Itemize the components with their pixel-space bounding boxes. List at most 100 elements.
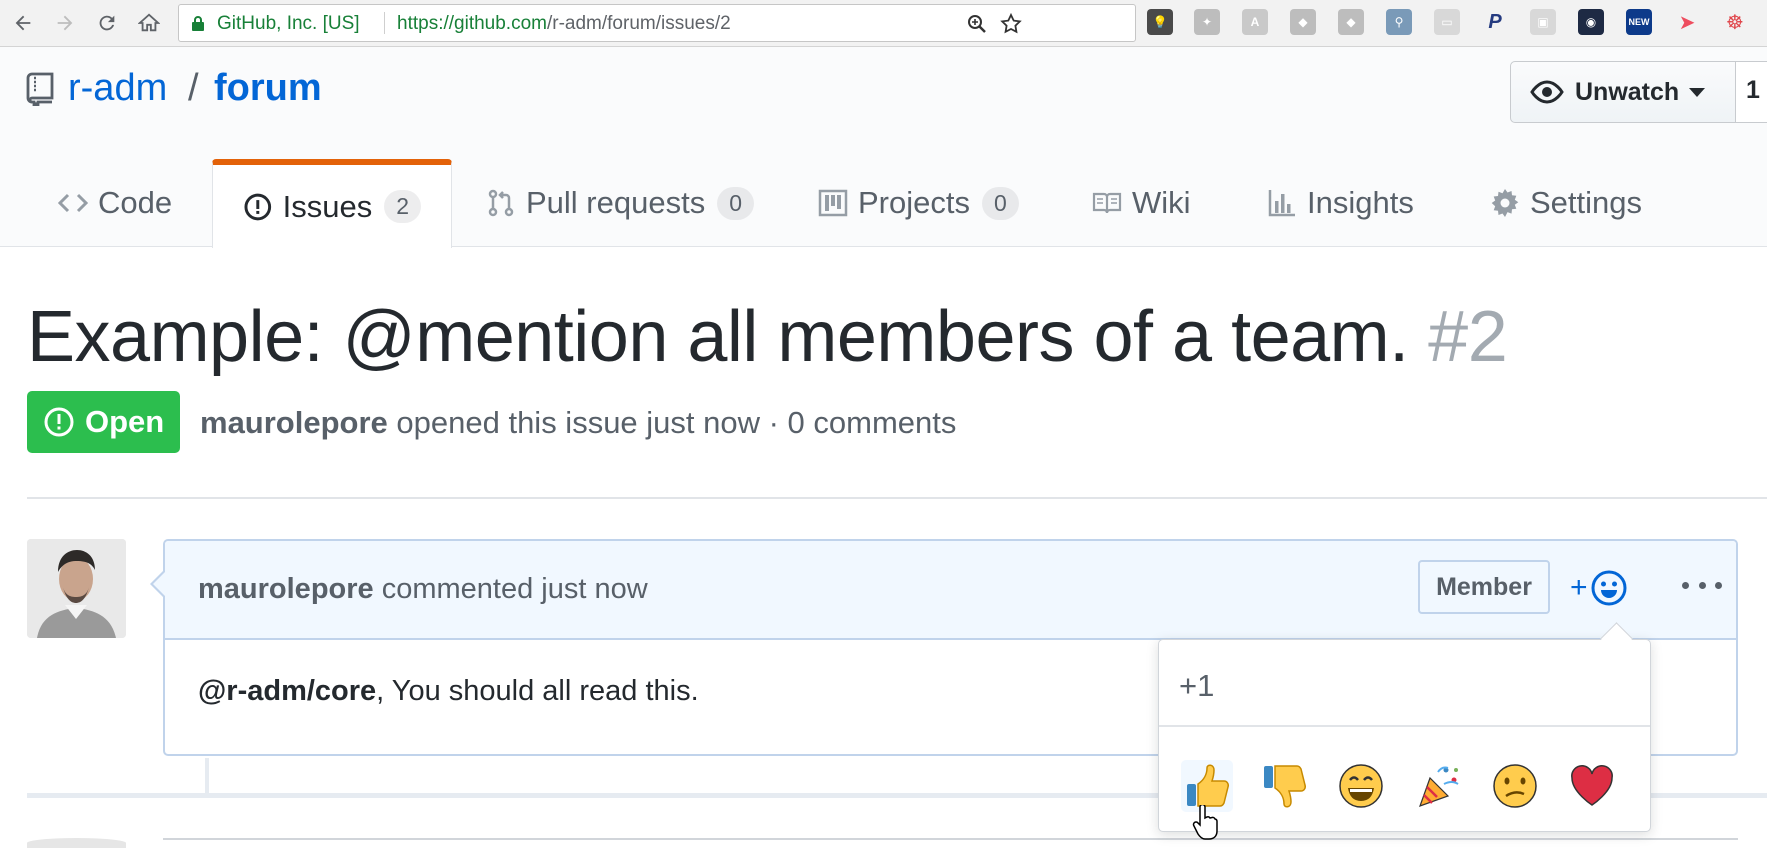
browser-toolbar: GitHub, Inc. [US] https://github.com/r-a…: [0, 0, 1767, 47]
extension-robot-icon[interactable]: ◉: [1578, 9, 1604, 35]
add-reaction-plus: +: [1570, 571, 1588, 604]
comment-body: @r-adm/core, You should all read this.: [198, 675, 699, 708]
reaction-preview-label: +1: [1179, 668, 1215, 703]
home-icon[interactable]: [134, 8, 164, 38]
popover-divider: [1159, 725, 1650, 727]
git-pull-request-icon: [488, 189, 514, 217]
timeline-connector: [205, 758, 209, 794]
tab-settings-label: Settings: [1530, 185, 1643, 220]
extension-chat-icon[interactable]: ▭: [1434, 9, 1460, 35]
tab-code-label: Code: [98, 185, 173, 220]
extension-pdf-icon[interactable]: A: [1242, 9, 1268, 35]
extension-octo-icon[interactable]: ☸: [1722, 9, 1748, 35]
extension-search-icon[interactable]: ⚲: [1386, 9, 1412, 35]
zoom-icon[interactable]: [965, 12, 989, 36]
laugh-reaction[interactable]: [1335, 760, 1387, 812]
repo-icon: [26, 72, 54, 106]
extension-puzzle-icon[interactable]: ✦: [1194, 9, 1220, 35]
tab-wiki-label: Wiki: [1132, 185, 1191, 220]
comment-options-button[interactable]: [1682, 565, 1722, 605]
address-bar[interactable]: GitHub, Inc. [US] https://github.com/r-a…: [178, 4, 1136, 42]
thumbs-down-reaction[interactable]: [1258, 760, 1310, 812]
pull-requests-count-badge: 0: [717, 186, 755, 220]
extension-shield-icon[interactable]: ◆: [1290, 9, 1316, 35]
hooray-reaction[interactable]: [1412, 760, 1464, 812]
watchers-count[interactable]: 1: [1735, 61, 1767, 123]
next-avatar: [27, 838, 126, 848]
comment-pointer-fill: [153, 572, 165, 596]
comment-author-link[interactable]: maurolepore: [198, 573, 374, 605]
thumbs-up-icon: [1187, 764, 1229, 807]
kebab-dot-icon: [1698, 581, 1706, 589]
member-badge: Member: [1418, 560, 1550, 614]
repo-path-separator: /: [188, 67, 199, 109]
issue-state-label: Open: [85, 404, 165, 439]
tab-projects[interactable]: Projects 0: [818, 159, 1019, 247]
site-identity[interactable]: GitHub, Inc. [US]: [217, 13, 360, 35]
next-comment-box: [163, 838, 1738, 850]
comment-header: maurolepore commented just now Member +: [165, 541, 1736, 640]
unwatch-label: Unwatch: [1575, 77, 1680, 106]
team-mention-link[interactable]: @r-adm/core: [198, 675, 376, 707]
unwatch-button[interactable]: Unwatch: [1510, 61, 1736, 123]
avatar[interactable]: [27, 539, 126, 638]
projects-count-badge: 0: [981, 186, 1019, 220]
graph-icon: [1268, 190, 1295, 217]
tab-pull-requests[interactable]: Pull requests 0: [486, 159, 755, 247]
issue-opened-icon: [44, 407, 74, 437]
smiley-icon: [1591, 570, 1627, 606]
issue-author-link[interactable]: maurolepore: [200, 405, 388, 440]
eye-icon: [1530, 80, 1564, 104]
repo-header: r-adm / forum Unwatch 1 Code Issues 2 Pu…: [0, 47, 1767, 248]
repo-owner-link[interactable]: r-adm: [68, 67, 167, 110]
issue-opened-icon: [244, 193, 272, 220]
confused-icon: [1493, 764, 1537, 808]
issue-title-text: Example: @mention all members of a team.: [27, 297, 1409, 377]
avatar-image: [27, 539, 126, 638]
extension-bulb-icon[interactable]: 💡: [1147, 9, 1173, 35]
project-icon: [818, 189, 848, 217]
bookmark-star-icon[interactable]: [999, 12, 1023, 36]
tab-settings[interactable]: Settings: [1490, 159, 1642, 247]
issue-meta: maurolepore opened this issue just now ·…: [200, 405, 956, 441]
laugh-icon: [1339, 764, 1383, 808]
caret-down-icon: [1689, 87, 1706, 97]
lock-icon: [192, 16, 204, 31]
add-reaction-button[interactable]: +: [1570, 567, 1628, 609]
thumbs-down-icon: [1264, 765, 1306, 808]
comment-action: commented just now: [373, 573, 648, 605]
comment-header-text: maurolepore commented just now: [198, 573, 648, 606]
extension-arrow-icon[interactable]: ➤: [1674, 9, 1700, 35]
tab-issues-label: Issues: [282, 188, 373, 224]
issues-count-badge: 2: [384, 190, 421, 223]
header-divider: [27, 497, 1767, 499]
hand-cursor-icon: [1192, 805, 1218, 840]
heart-icon: [1571, 765, 1613, 806]
tab-wiki[interactable]: Wiki: [1092, 159, 1191, 247]
kebab-dot-icon: [1715, 581, 1722, 589]
extension-camera-icon[interactable]: ▣: [1530, 9, 1556, 35]
tab-issues[interactable]: Issues 2: [212, 159, 452, 248]
heart-reaction[interactable]: [1566, 760, 1618, 812]
back-icon[interactable]: [8, 8, 38, 38]
url-text[interactable]: https://github.com/r-adm/forum/issues/2: [397, 13, 731, 35]
tab-insights[interactable]: Insights: [1267, 159, 1414, 247]
forward-icon[interactable]: [50, 8, 80, 38]
hooray-icon: [1419, 766, 1459, 807]
issue-state-badge: Open: [27, 391, 180, 453]
tab-insights-label: Insights: [1307, 185, 1414, 220]
confused-reaction[interactable]: [1489, 760, 1541, 812]
code-icon: [58, 193, 88, 213]
extension-new-icon[interactable]: NEW: [1626, 9, 1652, 35]
reload-icon[interactable]: [92, 8, 122, 38]
kebab-dot-icon: [1682, 581, 1689, 589]
url-divider: [384, 12, 385, 34]
tab-code[interactable]: Code: [58, 159, 172, 247]
tab-pull-requests-label: Pull requests: [526, 185, 706, 220]
extension-shield2-icon[interactable]: ◆: [1338, 9, 1364, 35]
extension-paypal-icon[interactable]: P: [1482, 9, 1508, 35]
repo-name-link[interactable]: forum: [214, 67, 322, 110]
tab-projects-label: Projects: [858, 185, 970, 220]
gear-icon: [1491, 189, 1519, 217]
issue-meta-text: opened this issue just now · 0 comments: [387, 405, 957, 440]
